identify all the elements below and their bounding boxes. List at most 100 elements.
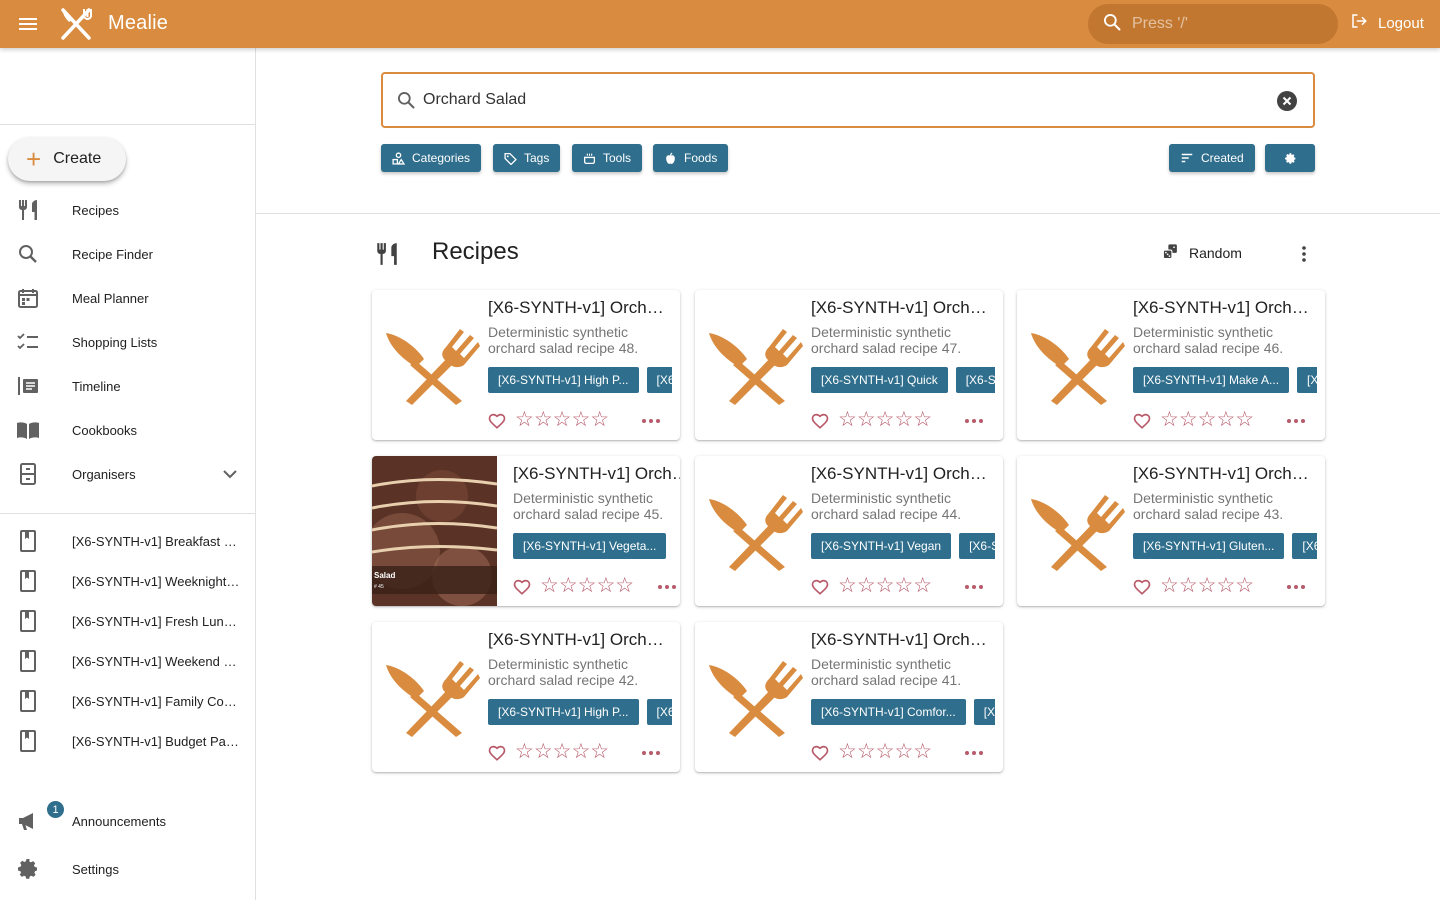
sidebar-cookbook[interactable]: [X6-SYNTH-v1] Breakfast Favorites <box>0 519 255 563</box>
recipe-placeholder-icon[interactable] <box>703 657 803 737</box>
recipe-card[interactable]: [X6-SYNTH-v1] Orchard Salad 42 Determinis… <box>372 622 680 772</box>
filter-categories-button[interactable]: Categories <box>381 144 482 172</box>
recipe-search-input[interactable] <box>423 88 1243 112</box>
recipe-placeholder-icon[interactable] <box>703 325 803 405</box>
recipe-tag[interactable]: [X6-SYNTH-v1] Gluten... <box>1133 533 1285 559</box>
recipe-tag[interactable]: [X6-S <box>959 533 995 559</box>
recipe-title[interactable]: [X6-SYNTH-v1] Orchard Salad 48 <box>488 298 668 318</box>
filter-tools-button[interactable]: Tools <box>572 144 643 172</box>
rating-stars[interactable]: ☆☆☆☆☆ <box>1160 409 1254 431</box>
recipe-tag[interactable]: [X6-SYNTH-v1] Vegeta... <box>513 533 667 559</box>
recipe-title[interactable]: [X6-SYNTH-v1] Orchard Salad 43 <box>1133 464 1313 484</box>
more-horiz-icon[interactable] <box>964 744 984 762</box>
heart-icon[interactable] <box>488 412 506 430</box>
global-search[interactable] <box>1088 4 1338 44</box>
recipe-placeholder-icon[interactable] <box>380 325 480 405</box>
app-brand[interactable]: Mealie <box>108 12 168 35</box>
sidebar-item-shopping-lists[interactable]: Shopping Lists <box>0 320 255 364</box>
recipe-placeholder-icon[interactable] <box>703 491 803 571</box>
more-horiz-icon[interactable] <box>964 578 984 596</box>
recipe-tag[interactable]: [X6-SYNTH-v1] High P... <box>488 699 639 725</box>
filter-tags-button[interactable]: Tags <box>493 144 561 172</box>
filter-label: Categories <box>412 151 471 165</box>
rating-stars[interactable]: ☆☆☆☆☆ <box>515 741 609 763</box>
recipe-card[interactable]: [X6-SYNTH-v1] Orchard Salad 44 Determinis… <box>695 456 1003 606</box>
recipe-title[interactable]: [X6-SYNTH-v1] Orchard Salad 46 <box>1133 298 1313 318</box>
sidebar-cookbook[interactable]: [X6-SYNTH-v1] Fresh Lunches <box>0 599 255 643</box>
menu-icon[interactable] <box>16 12 40 36</box>
sidebar-item-organisers[interactable]: Organisers <box>0 452 255 496</box>
heart-icon[interactable] <box>488 744 506 762</box>
rating-stars[interactable]: ☆☆☆☆☆ <box>1160 575 1254 597</box>
heart-icon[interactable] <box>513 578 531 596</box>
recipe-tag[interactable]: [X6-SYNTH-v1] Vegan <box>811 533 952 559</box>
recipe-tag[interactable]: [X6-SYNTH-v1] Quick <box>811 367 948 393</box>
recipe-tag[interactable]: [X6-SYNTH-v1] Comfor... <box>811 699 966 725</box>
rating-stars[interactable]: ☆☆☆☆☆ <box>515 409 609 431</box>
more-horiz-icon[interactable] <box>641 412 661 430</box>
logout-icon <box>1350 12 1368 34</box>
sort-button[interactable]: Created <box>1169 144 1255 172</box>
heart-icon[interactable] <box>1133 412 1151 430</box>
filter-foods-button[interactable]: Foods <box>653 144 729 172</box>
recipe-card[interactable]: Salad # 45 [X6-SYNTH-v1] Orchard Salad 45 D… <box>372 456 680 606</box>
recipe-placeholder-icon[interactable] <box>380 657 480 737</box>
recipe-tag[interactable]: [X6 <box>646 699 672 725</box>
recipe-search-field[interactable] <box>381 72 1315 128</box>
chevron-down-icon[interactable] <box>218 462 242 486</box>
recipe-photo[interactable]: Salad # 45 <box>372 456 497 606</box>
more-horiz-icon[interactable] <box>1286 578 1306 596</box>
rating-stars[interactable]: ☆☆☆☆☆ <box>838 575 932 597</box>
sidebar-cookbook[interactable]: [X6-SYNTH-v1] Family Comfort <box>0 679 255 723</box>
recipe-card[interactable]: [X6-SYNTH-v1] Orchard Salad 47 Determinis… <box>695 290 1003 440</box>
recipe-title[interactable]: [X6-SYNTH-v1] Orchard Salad 42 <box>488 630 668 650</box>
more-horiz-icon[interactable] <box>964 412 984 430</box>
heart-icon[interactable] <box>811 412 829 430</box>
sidebar-cookbook[interactable]: [X6-SYNTH-v1] Weeknight Dinners <box>0 559 255 603</box>
sidebar-item-cookbooks[interactable]: Cookbooks <box>0 408 255 452</box>
recipe-card[interactable]: [X6-SYNTH-v1] Orchard Salad 43 Determinis… <box>1017 456 1325 606</box>
recipe-tag[interactable]: [X6-SYNTH-v1] Make A... <box>1133 367 1290 393</box>
global-search-input[interactable] <box>1132 15 1312 33</box>
recipe-title[interactable]: [X6-SYNTH-v1] Orchard Salad 45 <box>513 464 680 484</box>
clear-search-icon[interactable] <box>1277 91 1297 111</box>
rating-stars[interactable]: ☆☆☆☆☆ <box>540 575 634 597</box>
heart-icon[interactable] <box>811 744 829 762</box>
heart-icon[interactable] <box>811 578 829 596</box>
more-horiz-icon[interactable] <box>641 744 661 762</box>
recipe-tag[interactable]: [X6 <box>973 699 995 725</box>
recipe-card[interactable]: [X6-SYNTH-v1] Orchard Salad 41 Determinis… <box>695 622 1003 772</box>
recipe-card[interactable]: [X6-SYNTH-v1] Orchard Salad 48 Determinis… <box>372 290 680 440</box>
recipe-card[interactable]: [X6-SYNTH-v1] Orchard Salad 46 Determinis… <box>1017 290 1325 440</box>
recipe-title[interactable]: [X6-SYNTH-v1] Orchard Salad 41 <box>811 630 991 650</box>
recipe-tag[interactable]: [X6 <box>646 367 672 393</box>
recipe-placeholder-icon[interactable] <box>1025 325 1125 405</box>
sidebar-item-announcements[interactable]: 1 Announcements <box>0 799 255 843</box>
recipe-tag[interactable]: [X6-S <box>955 367 995 393</box>
sidebar-item-timeline[interactable]: Timeline <box>0 364 255 408</box>
sidebar-cookbook-label: [X6-SYNTH-v1] Fresh Lunches <box>72 613 242 629</box>
sidebar-cookbook[interactable]: [X6-SYNTH-v1] Weekend Baking <box>0 639 255 683</box>
sidebar-cookbook[interactable]: [X6-SYNTH-v1] Budget Pantry <box>0 719 255 763</box>
mealie-logo-icon[interactable] <box>58 6 94 42</box>
random-button[interactable]: Random <box>1162 243 1242 263</box>
recipe-tag[interactable]: [X <box>1297 367 1317 393</box>
recipe-title[interactable]: [X6-SYNTH-v1] Orchard Salad 44 <box>811 464 991 484</box>
recipe-title[interactable]: [X6-SYNTH-v1] Orchard Salad 47 <box>811 298 991 318</box>
more-horiz-icon[interactable] <box>657 578 677 596</box>
recipe-tag[interactable]: [X6 <box>1292 533 1317 559</box>
more-horiz-icon[interactable] <box>1286 412 1306 430</box>
heart-icon[interactable] <box>1133 578 1151 596</box>
sidebar-item-settings[interactable]: Settings <box>0 847 255 891</box>
rating-stars[interactable]: ☆☆☆☆☆ <box>838 409 932 431</box>
sidebar-item-recipes[interactable]: Recipes <box>0 188 255 232</box>
rating-stars[interactable]: ☆☆☆☆☆ <box>838 741 932 763</box>
recipe-placeholder-icon[interactable] <box>1025 491 1125 571</box>
logout-button[interactable]: Logout <box>1350 12 1424 34</box>
more-vert-icon[interactable] <box>1294 244 1314 264</box>
sidebar-item-recipe-finder[interactable]: Recipe Finder <box>0 232 255 276</box>
search-settings-button[interactable] <box>1265 144 1315 172</box>
recipe-tag[interactable]: [X6-SYNTH-v1] High P... <box>488 367 639 393</box>
create-button[interactable]: + Create <box>8 137 126 181</box>
sidebar-item-meal-planner[interactable]: Meal Planner <box>0 276 255 320</box>
